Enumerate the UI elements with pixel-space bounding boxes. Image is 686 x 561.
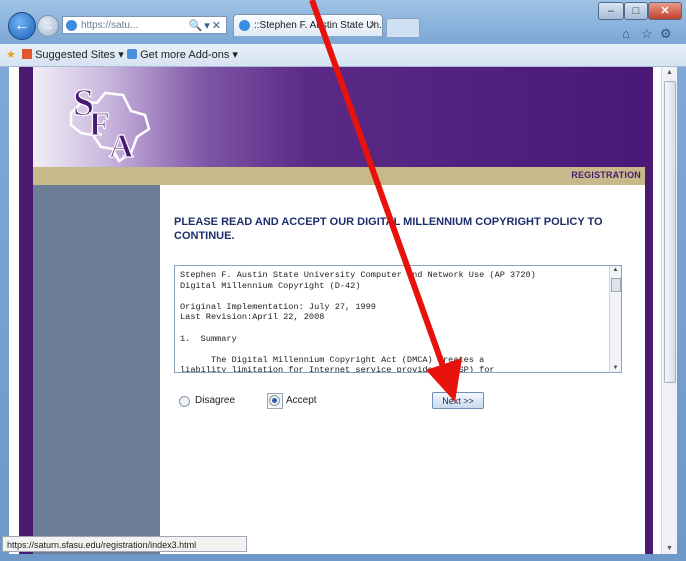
policy-textarea[interactable]: Stephen F. Austin State University Compu… — [174, 265, 622, 373]
tab-ie-icon — [239, 20, 250, 31]
accept-label: Accept — [286, 395, 317, 406]
tab-sfa[interactable]: ::Stephen F. Austin State Un... ✕ — [233, 14, 383, 36]
page-scroll-up-icon[interactable]: ▲ — [662, 69, 677, 76]
favorites-star-icon[interactable]: ☆ — [641, 26, 653, 42]
page-heading: PLEASE READ AND ACCEPT OUR DIGITAL MILLE… — [174, 216, 603, 242]
suggested-sites-icon — [22, 49, 32, 59]
left-sidebar — [33, 185, 160, 554]
disagree-radio[interactable] — [179, 396, 190, 407]
section-label: REGISTRATION — [571, 170, 641, 180]
page-scrollbar[interactable]: ▲ ▼ — [661, 67, 677, 554]
sfa-logo: S F A — [69, 81, 151, 165]
scroll-up-icon[interactable]: ▲ — [610, 267, 621, 273]
address-bar[interactable]: https://satu... 🔍▾✕ — [62, 16, 227, 34]
browser-window: ← → https://satu... 🔍▾✕ ::Stephen F. Aus… — [0, 0, 686, 561]
disagree-label: Disagree — [195, 395, 236, 406]
main-panel: PLEASE READ AND ACCEPT OUR DIGITAL MILLE… — [160, 185, 645, 554]
page-scroll-thumb[interactable] — [664, 81, 676, 383]
page-scroll-down-icon[interactable]: ▼ — [662, 545, 677, 552]
tab-close-icon[interactable]: ✕ — [369, 15, 377, 36]
gear-icon[interactable]: ⚙ — [660, 26, 672, 42]
forward-button[interactable]: → — [37, 15, 59, 37]
get-addons-link[interactable]: Get more Add-ons ▾ — [127, 48, 238, 61]
suggested-sites-link[interactable]: Suggested Sites ▾ — [22, 48, 124, 61]
minimize-button[interactable]: – — [598, 2, 624, 20]
next-button[interactable]: Next >> — [432, 392, 484, 409]
addons-icon — [127, 49, 137, 59]
new-tab-button[interactable] — [386, 18, 420, 37]
status-bar: https://saturn.sfasu.edu/registration/in… — [2, 536, 247, 552]
svg-text:A: A — [109, 128, 134, 165]
scroll-down-icon[interactable]: ▼ — [610, 365, 621, 371]
page-viewport: S F A REGISTRATION PLEASE READ AND ACCEP… — [9, 67, 677, 554]
section-bar: REGISTRATION — [33, 167, 645, 185]
ie-page-icon — [66, 20, 77, 31]
favorites-icon[interactable]: ★ — [6, 48, 16, 61]
get-addons-label: Get more Add-ons ▾ — [140, 49, 238, 61]
accept-radio[interactable] — [269, 395, 280, 406]
tab-title: ::Stephen F. Austin State Un... — [254, 20, 383, 31]
address-tools-icon[interactable]: 🔍▾✕ — [189, 17, 223, 33]
address-text: https://satu... — [81, 20, 139, 31]
title-bar: ← → https://satu... 🔍▾✕ ::Stephen F. Aus… — [0, 0, 686, 44]
header-banner: S F A — [33, 67, 645, 167]
svg-text:F: F — [89, 106, 110, 143]
maximize-button[interactable]: □ — [624, 2, 648, 20]
home-icon[interactable]: ⌂ — [622, 26, 630, 41]
policy-scroll-thumb[interactable] — [611, 278, 621, 292]
close-window-button[interactable]: ✕ — [648, 2, 682, 20]
suggested-sites-label: Suggested Sites ▾ — [35, 49, 124, 61]
policy-text: Stephen F. Austin State University Compu… — [180, 270, 536, 373]
sfa-page: S F A REGISTRATION PLEASE READ AND ACCEP… — [19, 67, 653, 554]
policy-scrollbar[interactable]: ▲ ▼ — [609, 266, 621, 372]
back-button[interactable]: ← — [8, 12, 36, 40]
favorites-bar: ★ Suggested Sites ▾ Get more Add-ons ▾ — [0, 44, 686, 67]
